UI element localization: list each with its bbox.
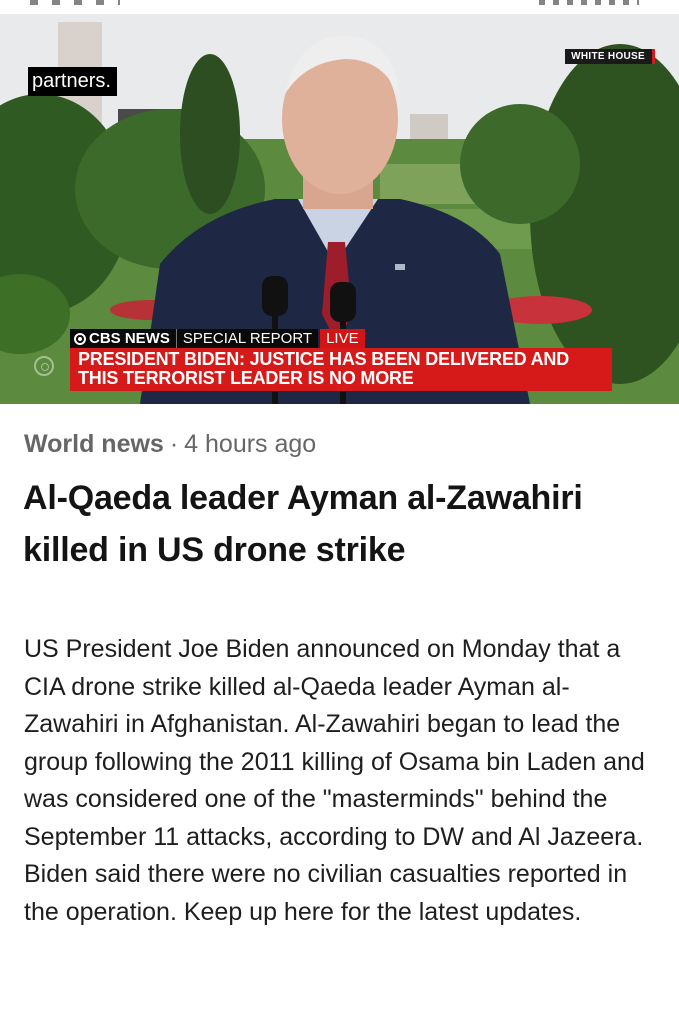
- status-icons-left: [30, 0, 120, 5]
- article-category[interactable]: World news: [24, 430, 164, 458]
- meta-separator: ·: [169, 430, 179, 458]
- live-badge: LIVE: [320, 329, 365, 348]
- channel-logo-icon: [34, 356, 54, 376]
- article-hero-image[interactable]: partners. WHITE HOUSE CBS NEWS SPECIAL R…: [0, 14, 679, 404]
- status-icons-right: [539, 0, 639, 5]
- article-timestamp: 4 hours ago: [184, 430, 317, 458]
- network-label: CBS NEWS: [89, 330, 170, 347]
- article-body: US President Joe Biden announced on Mond…: [24, 635, 645, 926]
- segment-label: SPECIAL REPORT: [176, 329, 319, 348]
- network-brand: CBS NEWS: [70, 329, 176, 348]
- location-badge: WHITE HOUSE: [565, 49, 655, 64]
- article-meta: World news · 4 hours ago: [24, 428, 316, 460]
- broadcast-headline: PRESIDENT BIDEN: JUSTICE HAS BEEN DELIVE…: [70, 348, 612, 391]
- article-title[interactable]: Al-Qaeda leader Ayman al-Zawahiri killed…: [23, 472, 663, 576]
- cbs-eye-icon: [74, 332, 86, 345]
- lower-third-bar: CBS NEWS SPECIAL REPORT LIVE: [70, 329, 365, 348]
- partners-watermark: partners.: [28, 67, 117, 96]
- status-bar: [0, 0, 679, 14]
